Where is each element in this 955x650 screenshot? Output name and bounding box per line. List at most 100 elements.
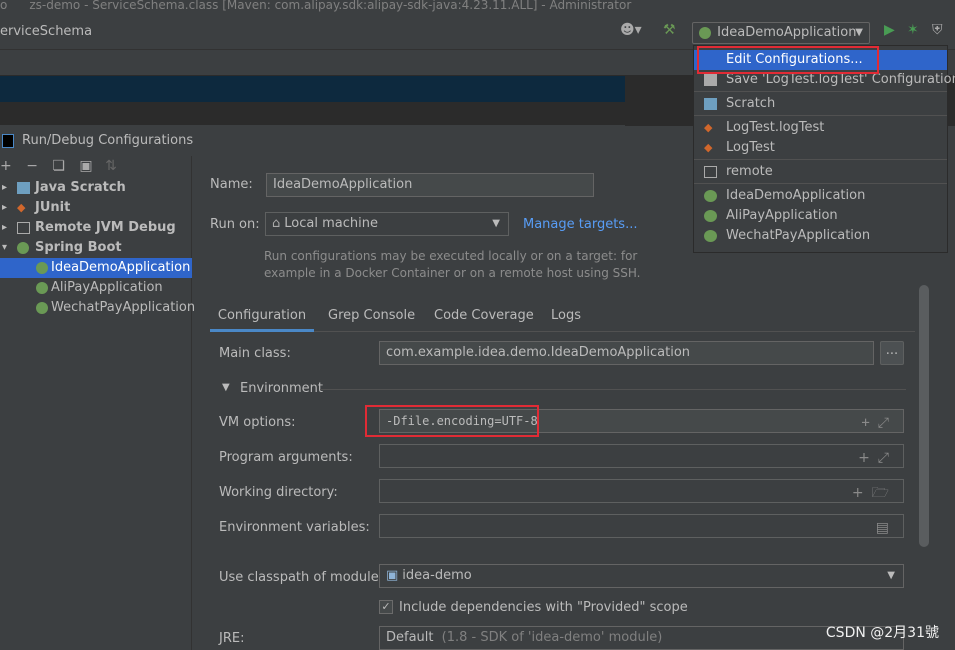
intellij-logo-icon xyxy=(2,134,14,148)
tree-item-label: Remote JVM Debug xyxy=(35,220,176,235)
tab-logs[interactable]: Logs xyxy=(551,303,581,332)
config-tabs: Configuration Grep Console Code Coverage… xyxy=(210,303,915,332)
menu-item-alipayapplication[interactable]: AliPayApplication xyxy=(694,206,947,226)
manage-targets-link[interactable]: Manage targets... xyxy=(523,217,637,232)
vm-options-label: VM options: xyxy=(219,415,296,430)
copy-icon[interactable]: ❏ xyxy=(52,158,65,174)
spring-icon xyxy=(704,190,717,202)
menu-separator xyxy=(694,91,947,92)
window-title-bar: o zs-demo - ServiceSchema.class [Maven: c… xyxy=(0,0,955,14)
tree-item-label: JUnit xyxy=(35,200,71,215)
classpath-value: idea-demo xyxy=(402,568,472,583)
tree-toolbar: + − ❏ ▣ ⇅ xyxy=(0,156,117,176)
spring-icon xyxy=(36,302,48,314)
chevron-right-icon: ▸ xyxy=(2,202,8,213)
env-vars-label: Environment variables: xyxy=(219,520,370,535)
editor-area xyxy=(0,102,625,126)
menu-item-label: remote xyxy=(726,164,773,179)
expand-icon[interactable]: +⤢ xyxy=(858,447,897,467)
window-title: zs-demo - ServiceSchema.class [Maven: co… xyxy=(29,0,632,12)
vm-options-highlight xyxy=(365,405,539,437)
chevron-down-icon: ▼ xyxy=(855,27,863,38)
menu-item-label: LogTest xyxy=(726,140,775,155)
tree-item-spring-boot[interactable]: ▾ Spring Boot xyxy=(0,238,192,258)
program-args-field[interactable]: +⤢ xyxy=(379,444,904,468)
tab-code-coverage[interactable]: Code Coverage xyxy=(434,303,534,332)
classpath-select[interactable]: ▣ idea-demo ▼ xyxy=(379,564,904,588)
tree-item-wechatpayapplication[interactable]: WechatPayApplication xyxy=(0,298,195,318)
menu-item-ideademoapplication[interactable]: IdeaDemoApplication xyxy=(694,186,947,206)
menu-item-wechatpayapplication[interactable]: WechatPayApplication xyxy=(694,226,947,246)
expand-icon[interactable]: +⤢ xyxy=(861,412,897,432)
section-divider xyxy=(320,389,906,390)
new-folder-icon[interactable]: ▣ xyxy=(79,158,92,174)
tree-item-label: AliPayApplication xyxy=(51,280,163,295)
scrollbar[interactable] xyxy=(919,285,929,547)
remote-icon xyxy=(17,222,30,234)
spring-icon xyxy=(704,230,717,242)
run-on-select[interactable]: ⌂ Local machine ▼ xyxy=(265,212,509,236)
sort-icon[interactable]: ⇅ xyxy=(105,158,117,174)
run-config-dropdown: Edit Configurations... Save 'LogTest.log… xyxy=(693,45,955,253)
tree-item-junit[interactable]: ▸ ◆ JUnit xyxy=(0,198,192,218)
tab-grep-console[interactable]: Grep Console xyxy=(328,303,415,332)
run-on-hint-line1: Run configurations may be executed local… xyxy=(264,249,638,263)
scratch-icon xyxy=(704,98,717,110)
debug-bug-icon[interactable]: ✶ xyxy=(907,22,919,38)
name-field[interactable]: IdeaDemoApplication xyxy=(266,173,594,197)
jre-label: JRE: xyxy=(219,631,245,646)
jre-value: Default xyxy=(386,630,434,645)
junit-icon: ◆ xyxy=(704,121,713,134)
classpath-label: Use classpath of module: xyxy=(219,570,384,585)
browse-main-class-button[interactable]: ... xyxy=(880,341,904,365)
remove-icon[interactable]: − xyxy=(26,158,38,174)
menu-item-remote[interactable]: remote xyxy=(694,162,947,182)
spring-icon xyxy=(36,262,48,274)
env-vars-field[interactable]: ▤ xyxy=(379,514,904,538)
tree-item-ideademoapplication[interactable]: IdeaDemoApplication xyxy=(0,258,192,278)
main-class-field[interactable]: com.example.idea.demo.IdeaDemoApplicatio… xyxy=(379,341,874,365)
folder-icon[interactable]: +🗁 xyxy=(852,482,897,502)
dialog-title-text: Run/Debug Configurations xyxy=(22,133,194,148)
menu-item-logtest[interactable]: ◆ LogTest xyxy=(694,138,947,158)
run-on-label: Run on: xyxy=(210,217,260,232)
module-folder-icon: ▣ xyxy=(386,568,399,583)
menu-item-label: Scratch xyxy=(726,96,776,111)
home-icon: ⌂ xyxy=(272,216,281,231)
working-dir-field[interactable]: +🗁 xyxy=(379,479,904,503)
chevron-down-icon[interactable]: ▼ xyxy=(222,382,230,393)
spring-icon xyxy=(704,210,717,222)
include-deps-checkbox[interactable]: ✓ xyxy=(379,600,393,614)
breadcrumb[interactable]: erviceSchema xyxy=(0,24,92,39)
coverage-icon[interactable]: ⛨ xyxy=(932,22,943,38)
watermark: CSDN @2月31號 xyxy=(825,625,939,641)
menu-item-label: AliPayApplication xyxy=(726,208,838,223)
edit-configurations-highlight xyxy=(697,46,879,74)
tree-item-label: IdeaDemoApplication xyxy=(51,260,191,275)
chevron-down-icon: ▼ xyxy=(492,218,500,229)
tree-item-java-scratch[interactable]: ▸ Java Scratch xyxy=(0,178,192,198)
run-config-select[interactable]: IdeaDemoApplication ▼ xyxy=(692,22,870,44)
save-icon xyxy=(704,74,717,86)
edit-list-icon[interactable]: ▤ xyxy=(876,517,897,537)
tree-item-remote-jvm[interactable]: ▸ Remote JVM Debug xyxy=(0,218,192,238)
main-class-label: Main class: xyxy=(219,346,291,361)
run-icon[interactable]: ▶ xyxy=(884,22,895,38)
remote-icon xyxy=(704,166,717,178)
run-on-hint-line2: example in a Docker Container or on a re… xyxy=(264,266,641,280)
tree-item-alipayapplication[interactable]: AliPayApplication xyxy=(0,278,192,298)
menu-item-label: WechatPayApplication xyxy=(726,228,871,243)
build-hammer-icon[interactable]: ⚒ xyxy=(663,22,676,38)
spring-icon xyxy=(17,242,29,254)
menu-item-logtest-logtest[interactable]: ◆ LogTest.logTest xyxy=(694,118,947,138)
junit-icon: ◆ xyxy=(704,141,713,154)
jre-detail: (1.8 - SDK of 'idea-demo' module) xyxy=(441,630,663,645)
environment-section-label[interactable]: Environment xyxy=(240,381,323,396)
menu-separator xyxy=(694,159,947,160)
add-icon[interactable]: + xyxy=(0,158,12,174)
tab-configuration[interactable]: Configuration xyxy=(210,303,314,332)
config-tree-pane: + − ❏ ▣ ⇅ ▸ Java Scratch ▸ ◆ JUnit ▸ Rem… xyxy=(0,156,195,650)
editor-selection-band xyxy=(0,76,625,102)
menu-item-scratch[interactable]: Scratch xyxy=(694,94,947,114)
user-icon[interactable]: ☻▾ xyxy=(620,22,642,38)
